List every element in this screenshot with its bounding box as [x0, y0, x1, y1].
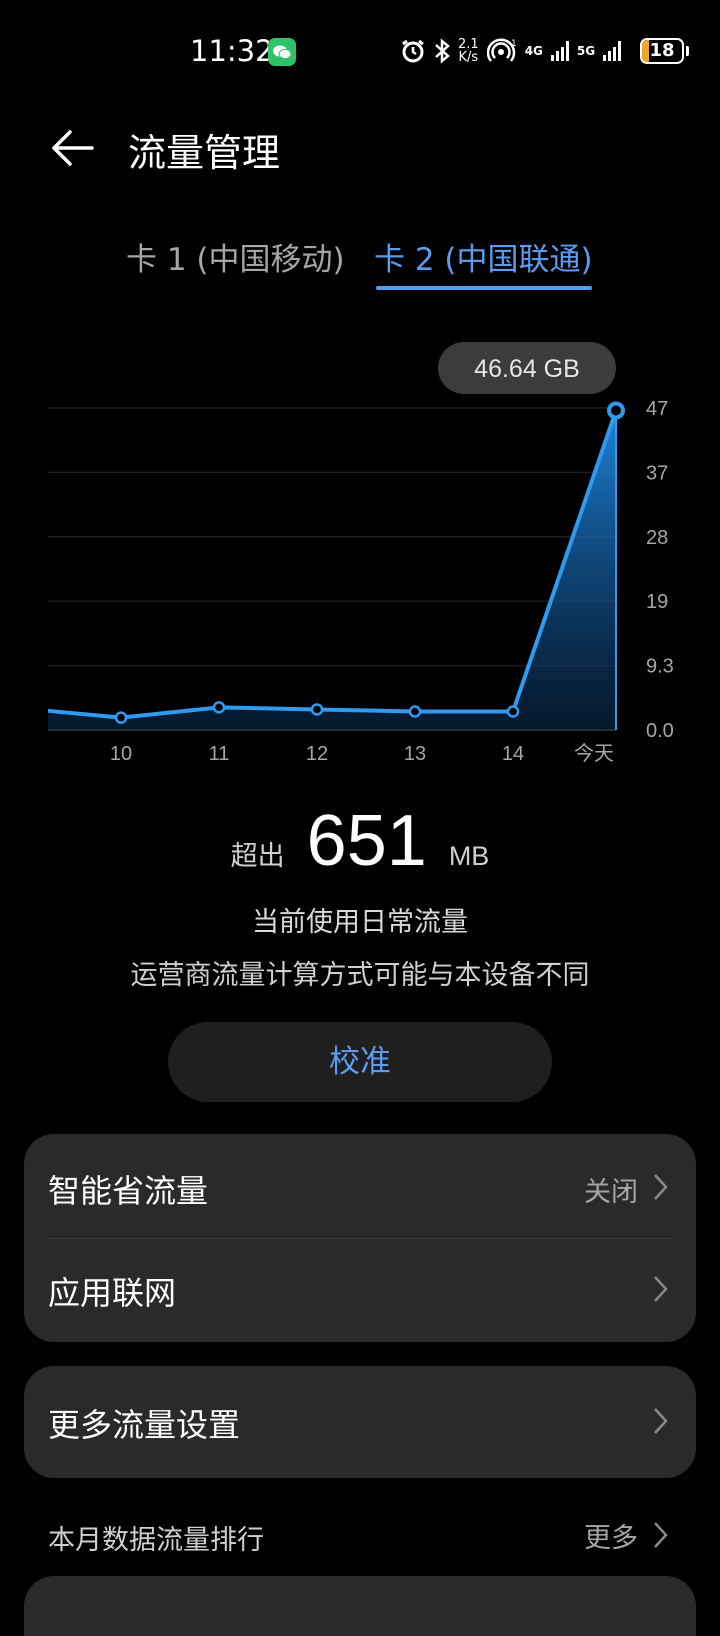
sim2-signal-icon	[603, 41, 622, 61]
app-network-label: 应用联网	[48, 1274, 177, 1312]
data-point	[506, 705, 520, 718]
hotspot-icon: 1	[486, 38, 517, 62]
x-tick-label: 14	[502, 743, 524, 765]
usage-area	[48, 410, 616, 730]
chevron-right-icon	[654, 1522, 668, 1548]
tab-indicator	[376, 286, 592, 290]
data-point	[114, 711, 128, 724]
svg-text:1: 1	[511, 39, 517, 49]
data-point	[408, 705, 422, 718]
battery-icon: 18	[640, 38, 684, 64]
bluetooth-icon	[435, 38, 450, 64]
sim1-network-type: 4G	[524, 44, 543, 58]
y-tick-label: 0.0	[646, 720, 674, 742]
usage-value: 651	[306, 801, 427, 881]
more-settings-row[interactable]: 更多流量设置	[24, 1366, 696, 1478]
tab-sim1[interactable]: 卡 1 (中国移动)	[126, 234, 345, 279]
ranking-more-link[interactable]: 更多	[584, 1516, 638, 1555]
battery-nub	[686, 46, 689, 56]
tab-sim2[interactable]: 卡 2 (中国联通)	[374, 234, 593, 279]
calibrate-button[interactable]: 校准	[168, 1022, 552, 1102]
x-tick-label: 今天	[574, 742, 614, 765]
y-tick-label: 37	[646, 462, 668, 484]
y-tick-label: 19	[646, 591, 668, 613]
usage-description: 当前使用日常流量	[252, 907, 468, 938]
usage-unit: MB	[448, 841, 490, 871]
x-tick-label: 13	[404, 743, 426, 765]
wechat-notification-icon	[268, 38, 296, 66]
chevron-right-icon	[654, 1408, 668, 1434]
ranking-title: 本月数据流量排行	[48, 1525, 264, 1556]
chevron-right-icon	[654, 1174, 668, 1200]
y-tick-label: 47	[646, 398, 668, 420]
x-tick-label: 10	[110, 743, 132, 765]
smart-saver-status: 关闭	[584, 1177, 638, 1208]
page-title: 流量管理	[128, 131, 281, 175]
more-settings-label: 更多流量设置	[48, 1406, 241, 1444]
battery-level: 18	[649, 40, 675, 61]
status-time: 11:32	[190, 34, 274, 68]
y-tick-label: 28	[646, 527, 668, 549]
carrier-note: 运营商流量计算方式可能与本设备不同	[130, 960, 590, 991]
back-arrow-icon[interactable]	[48, 124, 96, 172]
x-tick-label: 11	[209, 743, 230, 765]
usage-summary: 超出 651 MB	[0, 800, 720, 882]
tooltip-value: 46.64 GB	[474, 355, 580, 383]
data-point	[607, 401, 625, 420]
status-icons: 2.1 K/s 1 4G 5G	[400, 34, 622, 68]
ranking-list-card	[24, 1576, 696, 1636]
chevron-right-icon	[654, 1276, 668, 1302]
sim1-signal-icon	[550, 41, 569, 61]
sim2-network-type: 5G	[576, 44, 596, 58]
data-point	[212, 701, 226, 714]
usage-chart[interactable]: 0.0 9.3 19 28 37 47 10 11 12 13 14 今天 46.64 GB	[0, 320, 720, 790]
app-network-row[interactable]: 应用联网	[24, 1238, 696, 1342]
alarm-icon	[402, 39, 424, 63]
smart-saver-row[interactable]: 智能省流量 关闭	[24, 1134, 696, 1238]
data-point	[310, 703, 324, 716]
x-tick-label: 12	[306, 743, 328, 765]
network-speed: 2.1 K/s	[458, 37, 479, 65]
smart-saver-label: 智能省流量	[48, 1172, 209, 1210]
y-tick-label: 9.3	[646, 656, 674, 678]
usage-prefix: 超出	[230, 841, 285, 872]
